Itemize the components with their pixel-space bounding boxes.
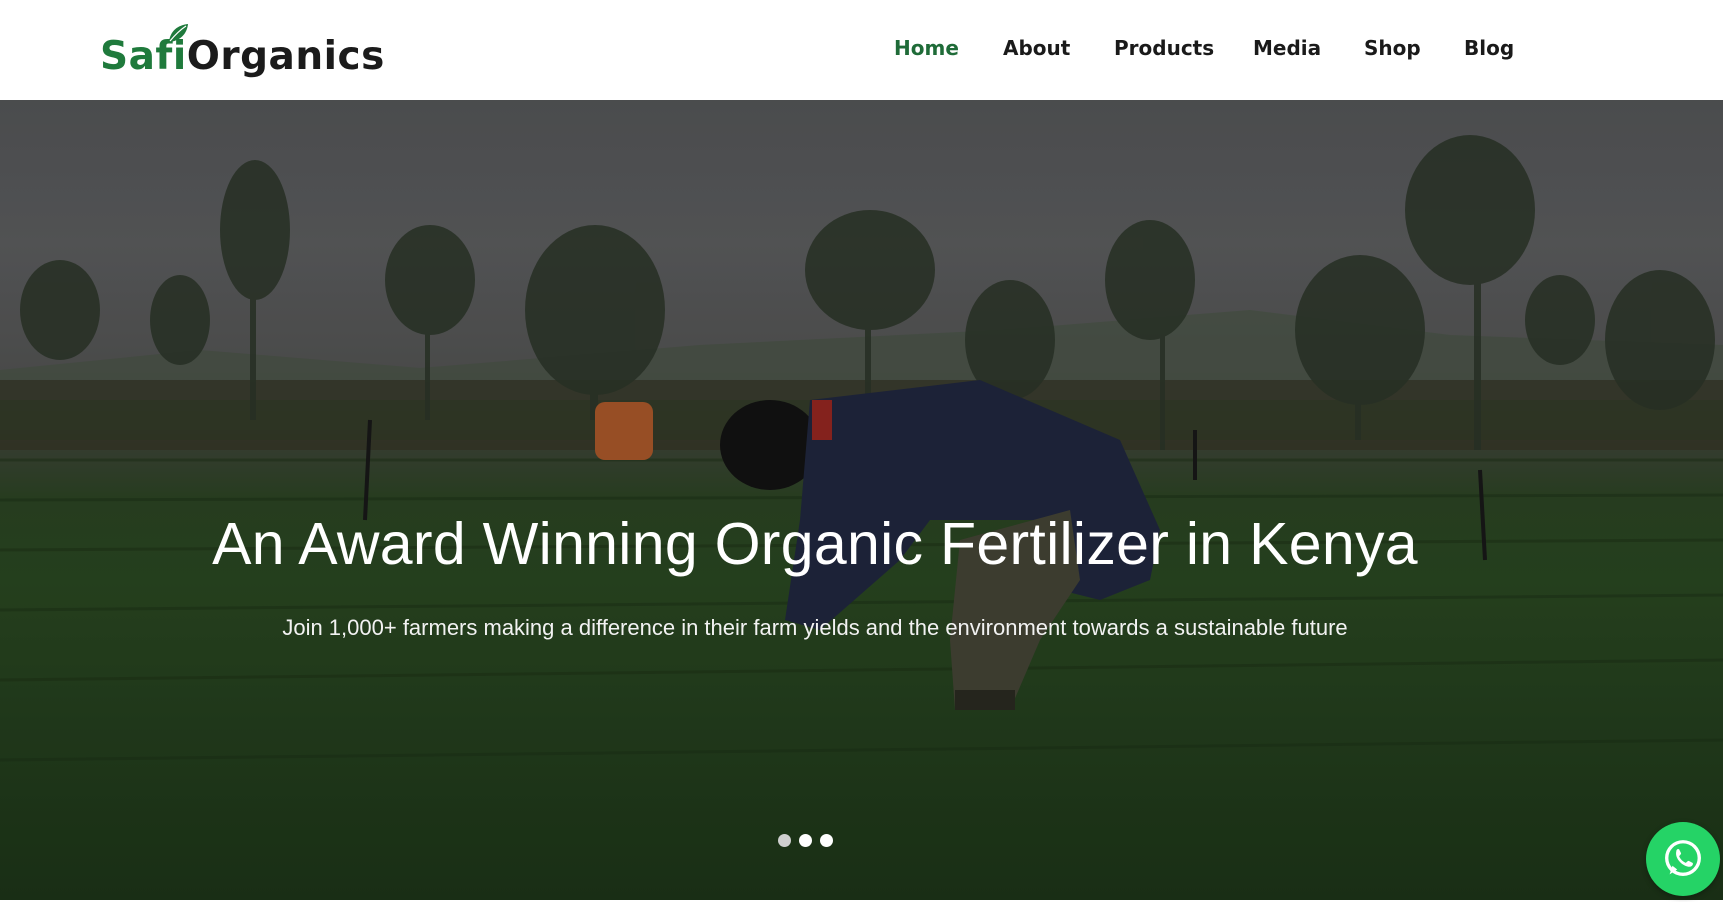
slider-dot-2[interactable] [799,834,812,847]
nav-blog[interactable]: Blog [1464,36,1514,60]
site-header: SafiOrganics Home About Products Media S… [0,0,1723,100]
whatsapp-icon [1665,840,1701,877]
slider-dots [778,834,833,847]
slider-dot-1[interactable] [778,834,791,847]
whatsapp-chat-button[interactable] [1646,822,1720,896]
hero-title: An Award Winning Organic Fertilizer in K… [212,511,1418,577]
nav-products[interactable]: Products [1114,36,1214,60]
hero-subtitle: Join 1,000+ farmers making a difference … [282,615,1348,640]
nav-home[interactable]: Home [894,36,959,60]
hero-dark-overlay [0,100,1723,900]
slider-dot-3[interactable] [820,834,833,847]
nav-shop[interactable]: Shop [1364,36,1421,60]
hero-slider: An Award Winning Organic Fertilizer in K… [0,100,1723,900]
nav-media[interactable]: Media [1253,36,1321,60]
nav-about[interactable]: About [1003,36,1070,60]
main-nav: Home About Products Media Shop Blog [0,30,1723,70]
